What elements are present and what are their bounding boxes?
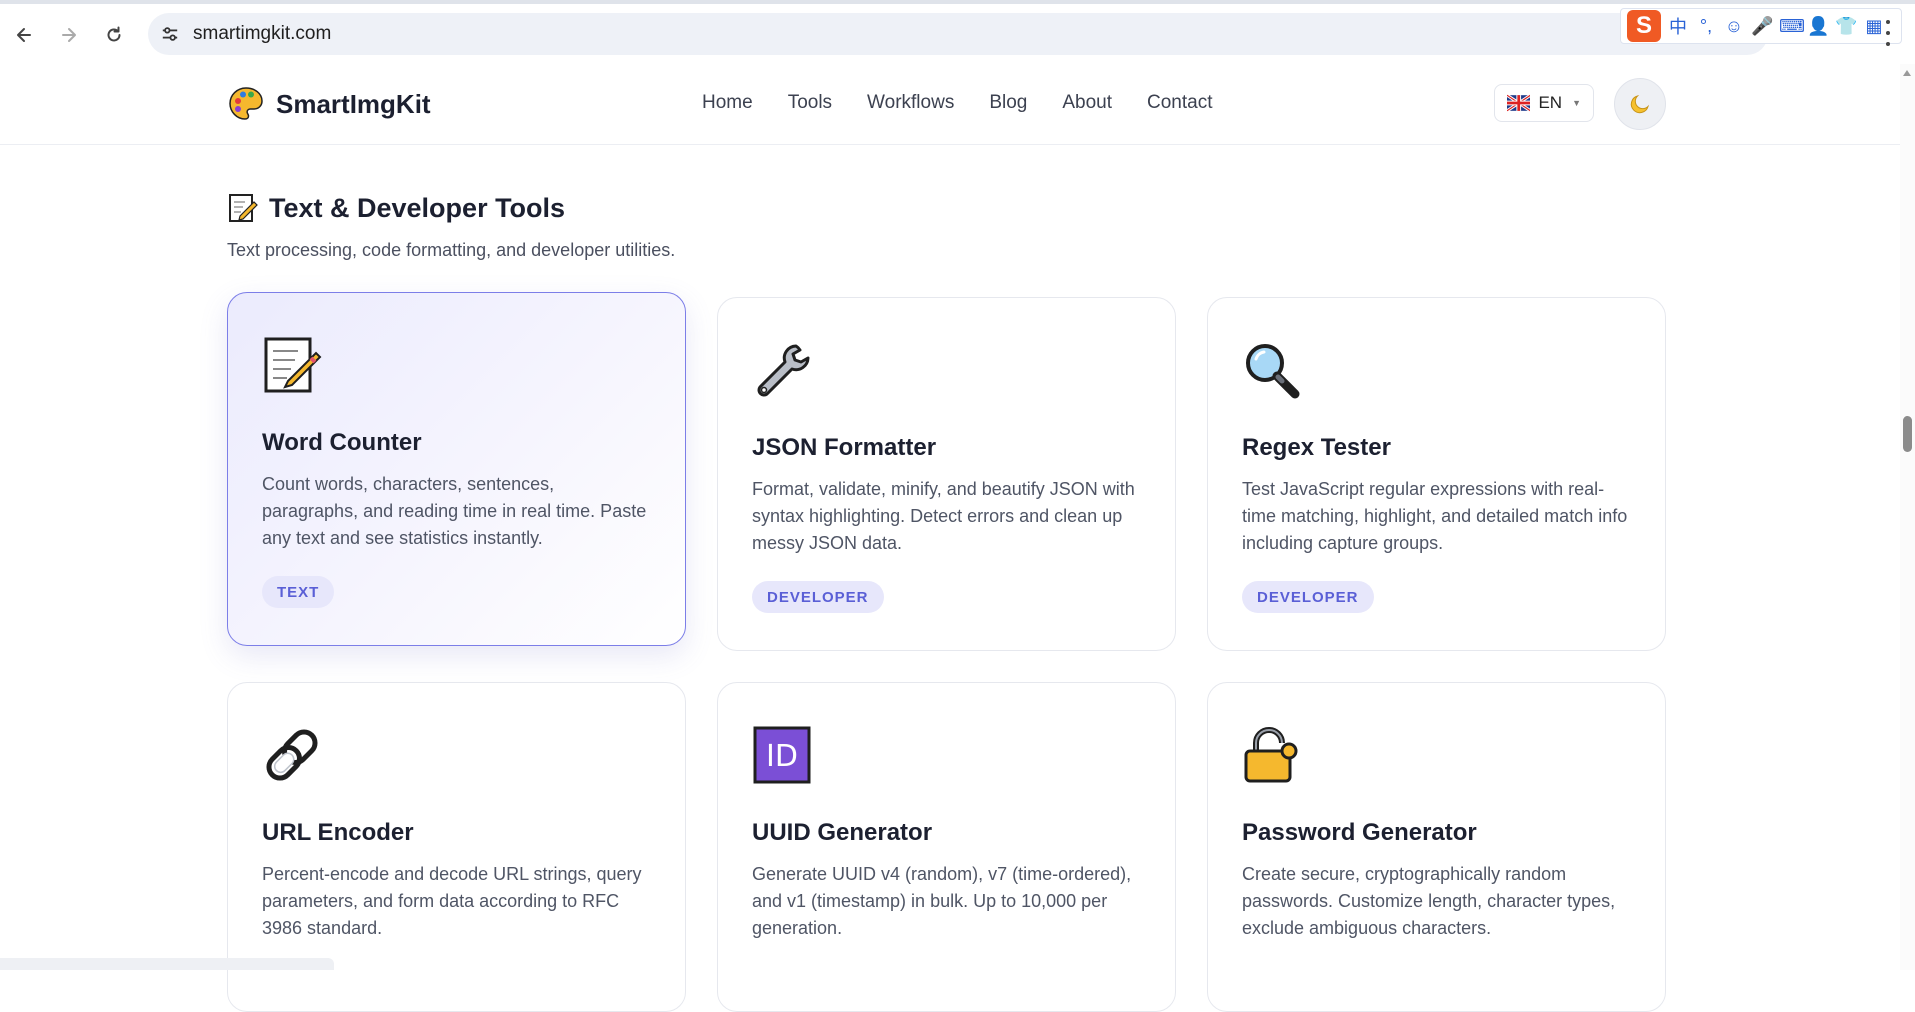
memo-icon — [229, 194, 258, 222]
back-button[interactable] — [7, 18, 41, 52]
main-nav: Home Tools Workflows Blog About Contact — [702, 92, 1213, 114]
language-label: EN — [1538, 93, 1563, 112]
card-description: Percent-encode and decode URL strings, q… — [262, 864, 642, 938]
page-scrollbar[interactable] — [1900, 64, 1915, 970]
category-badge: TEXT — [262, 576, 335, 608]
browser-toolbar: smartimgkit.com S 中 °, ☺ 🎤 ⌨ 👤 👕 ▦ — [0, 0, 1915, 65]
nav-tools[interactable]: Tools — [788, 92, 832, 114]
ime-toolbar[interactable]: S 中 °, ☺ 🎤 ⌨ 👤 👕 ▦ — [1620, 8, 1902, 44]
theme-toggle-button[interactable] — [1614, 78, 1666, 130]
tool-card-regex-tester[interactable]: Regex Tester Test JavaScript regular exp… — [1207, 297, 1666, 651]
lock-icon — [1244, 727, 1298, 783]
forward-arrow-icon — [62, 28, 76, 42]
ime-skin-icon[interactable]: 👕 — [1835, 16, 1857, 37]
nav-home[interactable]: Home — [702, 92, 753, 114]
id-icon-text: ID — [766, 739, 798, 774]
ime-chinese-mode[interactable]: 中 — [1667, 13, 1689, 39]
card-title: URL Encoder — [262, 819, 414, 846]
card-description: Test JavaScript regular expressions with… — [1242, 479, 1628, 553]
palette-icon — [229, 87, 263, 120]
browser-menu-button[interactable] — [1878, 20, 1898, 46]
nav-blog[interactable]: Blog — [989, 92, 1027, 114]
tool-card-uuid-generator[interactable]: ID UUID Generator Generate UUID v4 (rand… — [717, 682, 1176, 1012]
tool-card-password-generator[interactable]: Password Generator Create secure, crypto… — [1207, 682, 1666, 1012]
link-icon — [266, 729, 318, 781]
nav-about[interactable]: About — [1062, 92, 1112, 114]
tool-card-json-formatter[interactable]: JSON Formatter Format, validate, minify,… — [717, 297, 1176, 651]
card-description: Format, validate, minify, and beautify J… — [752, 479, 1135, 553]
section-title: Text & Developer Tools — [269, 192, 566, 223]
ime-user-icon[interactable]: 👤 — [1807, 16, 1829, 37]
tool-card-word-counter[interactable]: Word Counter Count words, characters, se… — [227, 292, 686, 646]
category-badge: DEVELOPER — [1242, 581, 1374, 613]
card-title: Password Generator — [1242, 819, 1477, 846]
reload-button[interactable] — [97, 18, 131, 52]
scrollbar-thumb[interactable] — [1903, 416, 1912, 452]
moon-icon — [1630, 94, 1650, 114]
menu-dot — [1886, 20, 1890, 24]
chevron-down-icon: ▼ — [1572, 98, 1581, 108]
uk-flag-icon — [1507, 93, 1531, 113]
nav-workflows[interactable]: Workflows — [867, 92, 954, 114]
brand-logo[interactable]: SmartImgKit — [228, 86, 431, 122]
card-description: Count words, characters, sentences, para… — [262, 474, 647, 548]
address-bar[interactable]: smartimgkit.com — [148, 13, 1768, 55]
card-description: Generate UUID v4 (random), v7 (time-orde… — [752, 864, 1132, 938]
ime-keyboard-icon[interactable]: ⌨ — [1779, 16, 1805, 37]
menu-dot — [1886, 42, 1890, 46]
category-badge: DEVELOPER — [752, 581, 884, 613]
section-heading: Text & Developer Tools — [227, 192, 565, 224]
tune-icon — [162, 27, 178, 41]
sogou-logo-icon[interactable]: S — [1627, 10, 1661, 42]
back-arrow-icon — [17, 28, 31, 42]
card-title: JSON Formatter — [752, 434, 937, 461]
memo-icon — [264, 337, 322, 393]
ime-voice-icon[interactable]: 🎤 — [1751, 16, 1773, 37]
menu-dot — [1886, 31, 1890, 35]
brand-name: SmartImgKit — [276, 88, 431, 119]
card-title: Word Counter — [262, 429, 422, 456]
url-text[interactable]: smartimgkit.com — [193, 23, 331, 45]
forward-button[interactable] — [52, 18, 86, 52]
card-title: UUID Generator — [752, 819, 933, 846]
card-description: Create secure, cryptographically random … — [1242, 864, 1616, 938]
tab-strip-edge — [0, 0, 1915, 4]
id-icon: ID — [753, 726, 811, 784]
scroll-up-arrow-icon[interactable] — [1903, 70, 1911, 76]
wrench-icon — [757, 344, 810, 397]
reload-icon — [107, 26, 121, 42]
ime-emoji-icon[interactable]: ☺ — [1723, 16, 1745, 37]
language-select[interactable]: EN ▼ — [1494, 84, 1594, 122]
site-header: SmartImgKit Home Tools Workflows Blog Ab… — [0, 64, 1900, 145]
status-bar-url — [0, 958, 334, 970]
site-info-button[interactable] — [158, 22, 182, 46]
ime-punctuation[interactable]: °, — [1695, 16, 1717, 37]
section-description: Text processing, code formatting, and de… — [227, 240, 676, 260]
magnifier-icon — [1246, 344, 1300, 399]
nav-contact[interactable]: Contact — [1147, 92, 1212, 114]
card-title: Regex Tester — [1242, 434, 1391, 461]
